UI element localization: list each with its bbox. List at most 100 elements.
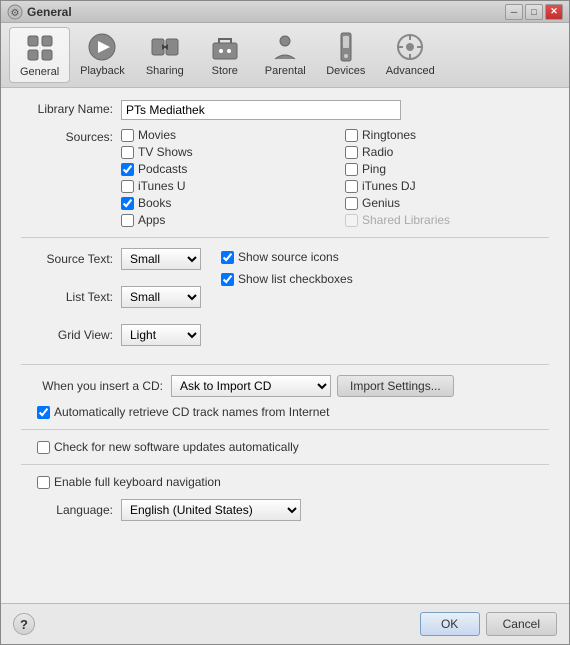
podcasts-label[interactable]: Podcasts [138, 162, 187, 176]
ping-label[interactable]: Ping [362, 162, 386, 176]
apps-label[interactable]: Apps [138, 213, 165, 227]
tv-shows-checkbox[interactable] [121, 146, 134, 159]
toolbar-item-general[interactable]: General [9, 27, 70, 83]
cd-row: When you insert a CD: Ask to Import CD I… [21, 375, 549, 397]
auto-retrieve-label[interactable]: Automatically retrieve CD track names fr… [54, 405, 329, 419]
parental-icon [269, 31, 301, 63]
cd-action-select[interactable]: Ask to Import CD Import CD Import CD and… [171, 375, 331, 397]
movies-label[interactable]: Movies [138, 128, 176, 142]
show-list-checkboxes-label[interactable]: Show list checkboxes [238, 272, 353, 286]
books-label[interactable]: Books [138, 196, 171, 210]
help-button[interactable]: ? [13, 613, 35, 635]
auto-retrieve-checkbox[interactable] [37, 406, 50, 419]
title-bar: ⚙ General ─ □ ✕ [1, 1, 569, 23]
itunes-dj-label[interactable]: iTunes DJ [362, 179, 416, 193]
window: ⚙ General ─ □ ✕ General [0, 0, 570, 645]
genius-label[interactable]: Genius [362, 196, 400, 210]
ringtones-label[interactable]: Ringtones [362, 128, 416, 142]
library-name-control [121, 100, 549, 120]
source-text-select[interactable]: Small Medium Large [121, 248, 201, 270]
show-list-checkboxes-row: Show list checkboxes [221, 272, 353, 286]
cd-controls: Ask to Import CD Import CD Import CD and… [171, 375, 454, 397]
ok-button[interactable]: OK [420, 612, 480, 636]
enable-keyboard-label[interactable]: Enable full keyboard navigation [54, 475, 221, 489]
source-genius: Genius [345, 196, 549, 210]
toolbar-label-advanced: Advanced [386, 65, 435, 77]
toolbar-label-playback: Playback [80, 65, 125, 77]
tv-shows-label[interactable]: TV Shows [138, 145, 193, 159]
show-source-icons-label[interactable]: Show source icons [238, 250, 339, 264]
toolbar-item-store[interactable]: Store [195, 27, 255, 83]
list-text-select[interactable]: Small Medium Large [121, 286, 201, 308]
check-updates-label[interactable]: Check for new software updates automatic… [54, 440, 299, 454]
right-settings: Show source icons Show list checkboxes [221, 248, 353, 286]
show-source-icons-checkbox[interactable] [221, 251, 234, 264]
source-itunes-dj: iTunes DJ [345, 179, 549, 193]
apps-checkbox[interactable] [121, 214, 134, 227]
separator-1 [21, 237, 549, 238]
grid-view-select[interactable]: Light Dark [121, 324, 201, 346]
source-text-row: Source Text: Small Medium Large [21, 248, 201, 270]
title-bar-buttons: ─ □ ✕ [505, 4, 563, 20]
books-checkbox[interactable] [121, 197, 134, 210]
toolbar-label-general: General [20, 66, 59, 78]
language-select[interactable]: English (United States) Deutsch Español … [121, 499, 301, 521]
source-itunes-u: iTunes U [121, 179, 325, 193]
window-title: General [27, 5, 505, 19]
toolbar-item-advanced[interactable]: Advanced [376, 27, 445, 83]
keyboard-nav-section: Enable full keyboard navigation [37, 475, 549, 489]
store-icon [209, 31, 241, 63]
auto-retrieve-row: Automatically retrieve CD track names fr… [37, 405, 549, 419]
radio-checkbox[interactable] [345, 146, 358, 159]
toolbar-label-sharing: Sharing [146, 65, 184, 77]
import-settings-button[interactable]: Import Settings... [337, 375, 454, 397]
left-settings: Source Text: Small Medium Large List Tex… [21, 248, 201, 354]
list-text-label: List Text: [21, 290, 121, 304]
toolbar-item-playback[interactable]: Playback [70, 27, 135, 83]
close-button[interactable]: ✕ [545, 4, 563, 20]
check-updates-section: Check for new software updates automatic… [37, 440, 549, 454]
sources-grid: Movies Ringtones TV Shows Radio [121, 128, 549, 227]
library-name-input[interactable] [121, 100, 401, 120]
source-apps: Apps [121, 213, 325, 227]
toolbar-label-store: Store [212, 65, 238, 77]
ping-checkbox[interactable] [345, 163, 358, 176]
podcasts-checkbox[interactable] [121, 163, 134, 176]
source-movies: Movies [121, 128, 325, 142]
itunes-u-checkbox[interactable] [121, 180, 134, 193]
separator-4 [21, 464, 549, 465]
ringtones-checkbox[interactable] [345, 129, 358, 142]
cancel-button[interactable]: Cancel [486, 612, 557, 636]
toolbar-item-devices[interactable]: Devices [316, 27, 376, 83]
itunes-dj-checkbox[interactable] [345, 180, 358, 193]
general-icon [24, 32, 56, 64]
check-updates-row: Check for new software updates automatic… [37, 440, 549, 454]
toolbar-label-parental: Parental [265, 65, 306, 77]
movies-checkbox[interactable] [121, 129, 134, 142]
sources-row: Sources: Movies Ringtones TV Sho [21, 128, 549, 227]
radio-label[interactable]: Radio [362, 145, 393, 159]
content-area: Library Name: Sources: Movies Ring [1, 88, 569, 603]
toolbar-item-sharing[interactable]: Sharing [135, 27, 195, 83]
enable-keyboard-checkbox[interactable] [37, 476, 50, 489]
check-updates-checkbox[interactable] [37, 441, 50, 454]
window-icon: ⚙ [7, 4, 23, 20]
shared-libraries-checkbox[interactable] [345, 214, 358, 227]
source-podcasts: Podcasts [121, 162, 325, 176]
maximize-button[interactable]: □ [525, 4, 543, 20]
minimize-button[interactable]: ─ [505, 4, 523, 20]
bottom-bar: ? OK Cancel [1, 603, 569, 644]
auto-retrieve-section: Automatically retrieve CD track names fr… [37, 405, 549, 419]
grid-view-row: Grid View: Light Dark [21, 324, 201, 346]
separator-3 [21, 429, 549, 430]
itunes-u-label[interactable]: iTunes U [138, 179, 186, 193]
source-radio: Radio [345, 145, 549, 159]
toolbar-item-parental[interactable]: Parental [255, 27, 316, 83]
show-source-icons-row: Show source icons [221, 250, 353, 264]
playback-icon [86, 31, 118, 63]
show-list-checkboxes-checkbox[interactable] [221, 273, 234, 286]
source-text-label: Source Text: [21, 252, 121, 266]
shared-libraries-label[interactable]: Shared Libraries [362, 213, 450, 227]
toolbar-label-devices: Devices [326, 65, 365, 77]
genius-checkbox[interactable] [345, 197, 358, 210]
